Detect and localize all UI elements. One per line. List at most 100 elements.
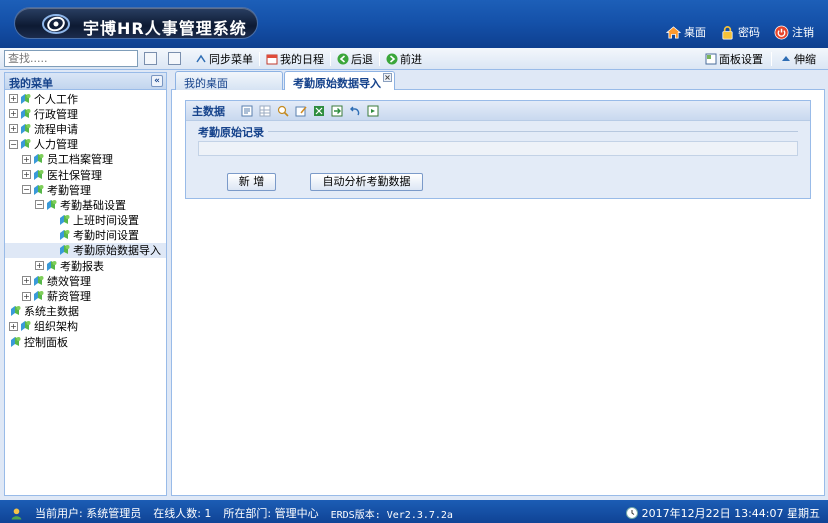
expand-toggle-icon[interactable]: +	[9, 109, 18, 119]
menu-node-icon	[21, 108, 31, 119]
menu-node-icon	[21, 93, 31, 104]
sidebar-item-label: 人力管理	[34, 138, 78, 152]
menu-node-icon	[60, 215, 70, 226]
calendar-icon	[266, 54, 278, 65]
power-icon	[774, 25, 789, 39]
sidebar-item[interactable]: 考勤时间设置	[5, 228, 166, 243]
collapse-toggle-icon[interactable]: −	[9, 139, 18, 149]
sidebar-item-label: 个人工作	[34, 92, 78, 106]
password-link[interactable]: 密码	[720, 24, 760, 40]
sidebar-item[interactable]: − 考勤管理	[5, 182, 166, 197]
panel-settings-button[interactable]: 面板设置	[703, 51, 765, 67]
panel-settings-icon	[705, 53, 717, 65]
menu-node-icon	[11, 336, 21, 347]
sidebar-item[interactable]: + 考勤报表	[5, 258, 166, 273]
status-bar: 当前用户: 系统管理员 在线人数: 1 所在部门: 管理中心 ERDS版本: V…	[0, 500, 828, 523]
sidebar-item-label: 员工档案管理	[47, 153, 113, 167]
grid-icon[interactable]	[259, 105, 271, 117]
home-icon	[666, 25, 681, 38]
department: 所在部门: 管理中心	[223, 507, 319, 520]
sidebar-item[interactable]: + 薪资管理	[5, 288, 166, 303]
desktop-link[interactable]: 桌面	[666, 24, 706, 40]
app-header: 宇博HR人事管理系统 桌面 密码 注销	[0, 0, 828, 48]
collapse-button[interactable]: 伸缩	[778, 51, 818, 67]
menu-node-icon	[21, 139, 31, 150]
password-link-label: 密码	[738, 26, 760, 39]
edit-form-icon[interactable]	[295, 105, 307, 117]
search-go-icon[interactable]	[144, 52, 157, 65]
sync-icon	[196, 54, 206, 63]
expand-toggle-icon[interactable]: +	[9, 124, 18, 134]
tab-close-icon[interactable]: ×	[383, 73, 392, 82]
import-icon[interactable]	[331, 105, 343, 117]
menu-node-icon	[34, 169, 44, 180]
export-icon[interactable]	[367, 105, 379, 117]
expand-toggle-icon[interactable]: +	[35, 261, 44, 271]
edit-icon[interactable]	[241, 105, 253, 117]
sidebar-item[interactable]: + 绩效管理	[5, 273, 166, 288]
sidebar-item[interactable]: 控制面板	[5, 334, 166, 349]
toolbar-divider	[330, 52, 331, 66]
sidebar: 我的菜单 « + 个人工作 + 行政管理 + 流程申请 − 人力管理 + 员工档案管理 + 医社保管理…	[4, 72, 167, 496]
tab-my-desktop[interactable]: 我的桌面	[175, 71, 283, 90]
logout-link[interactable]: 注销	[774, 24, 814, 40]
desktop-link-label: 桌面	[684, 26, 706, 39]
forward-button[interactable]: 前进	[384, 51, 424, 67]
my-schedule-label: 我的日程	[280, 53, 324, 66]
menu-node-icon	[34, 154, 44, 165]
search-icon[interactable]	[277, 105, 289, 117]
panel-title: 主数据	[192, 104, 225, 118]
menu-node-icon	[34, 291, 44, 302]
sidebar-item-label: 考勤管理	[47, 183, 91, 197]
auto-analyze-button[interactable]: 自动分析考勤数据	[310, 173, 423, 191]
collapse-toggle-icon[interactable]: −	[35, 200, 44, 210]
sidebar-item[interactable]: + 行政管理	[5, 106, 166, 121]
online-count: 在线人数: 1	[153, 507, 212, 520]
tab-my-desktop-label: 我的桌面	[184, 77, 228, 90]
excel-icon[interactable]	[313, 105, 325, 117]
add-new-button[interactable]: 新 增	[227, 173, 276, 191]
sidebar-item-label: 薪资管理	[47, 290, 91, 304]
sidebar-item-label: 考勤报表	[60, 259, 104, 273]
collapse-label: 伸缩	[794, 53, 816, 66]
sidebar-item-label: 考勤时间设置	[73, 229, 139, 243]
logo-swirl-icon	[42, 14, 70, 34]
undo-icon[interactable]	[349, 105, 361, 117]
sidebar-item[interactable]: 系统主数据	[5, 304, 166, 319]
sidebar-item[interactable]: − 考勤基础设置	[5, 197, 166, 212]
collapse-toggle-icon[interactable]: −	[22, 185, 31, 195]
back-label: 后退	[351, 53, 373, 66]
expand-toggle-icon[interactable]: +	[9, 94, 18, 104]
expand-toggle-icon[interactable]: +	[22, 154, 31, 164]
master-data-panel: 主数据 考勤原始记录 新 增 自动分析考勤数据	[185, 100, 811, 199]
tab-bar: 我的桌面 考勤原始数据导入 ×	[171, 70, 825, 91]
list-view-icon[interactable]	[168, 52, 181, 65]
my-schedule-button[interactable]: 我的日程	[264, 51, 326, 67]
tab-attendance-import[interactable]: 考勤原始数据导入 ×	[284, 71, 395, 91]
sidebar-item[interactable]: 上班时间设置	[5, 213, 166, 228]
sidebar-item[interactable]: 考勤原始数据导入	[5, 242, 166, 259]
expand-toggle-icon[interactable]: +	[22, 170, 31, 180]
panel-settings-label: 面板设置	[719, 53, 763, 66]
search-input[interactable]	[4, 50, 138, 67]
expand-toggle-icon[interactable]: +	[22, 291, 31, 301]
expand-toggle-icon[interactable]: +	[9, 321, 18, 331]
sidebar-item[interactable]: + 组织架构	[5, 319, 166, 334]
sync-menu-button[interactable]: 同步菜单	[193, 51, 255, 67]
collapse-arrow-icon	[782, 56, 790, 61]
expand-toggle-icon[interactable]: +	[22, 276, 31, 286]
back-button[interactable]: 后退	[335, 51, 375, 67]
main-content: 主数据 考勤原始记录 新 增 自动分析考勤数据	[171, 90, 825, 496]
sidebar-item[interactable]: + 员工档案管理	[5, 152, 166, 167]
menu-node-icon	[34, 184, 44, 195]
sidebar-item[interactable]: + 个人工作	[5, 91, 166, 106]
toolbar-divider	[259, 52, 260, 66]
sidebar-item[interactable]: − 人力管理	[5, 137, 166, 152]
sidebar-item[interactable]: + 医社保管理	[5, 167, 166, 182]
tab-attendance-import-label: 考勤原始数据导入	[293, 77, 381, 90]
sidebar-item[interactable]: + 流程申请	[5, 121, 166, 136]
menu-node-icon	[60, 245, 70, 256]
sidebar-collapse-icon[interactable]: «	[151, 75, 163, 87]
raw-records-area	[198, 141, 798, 156]
menu-node-icon	[34, 275, 44, 286]
